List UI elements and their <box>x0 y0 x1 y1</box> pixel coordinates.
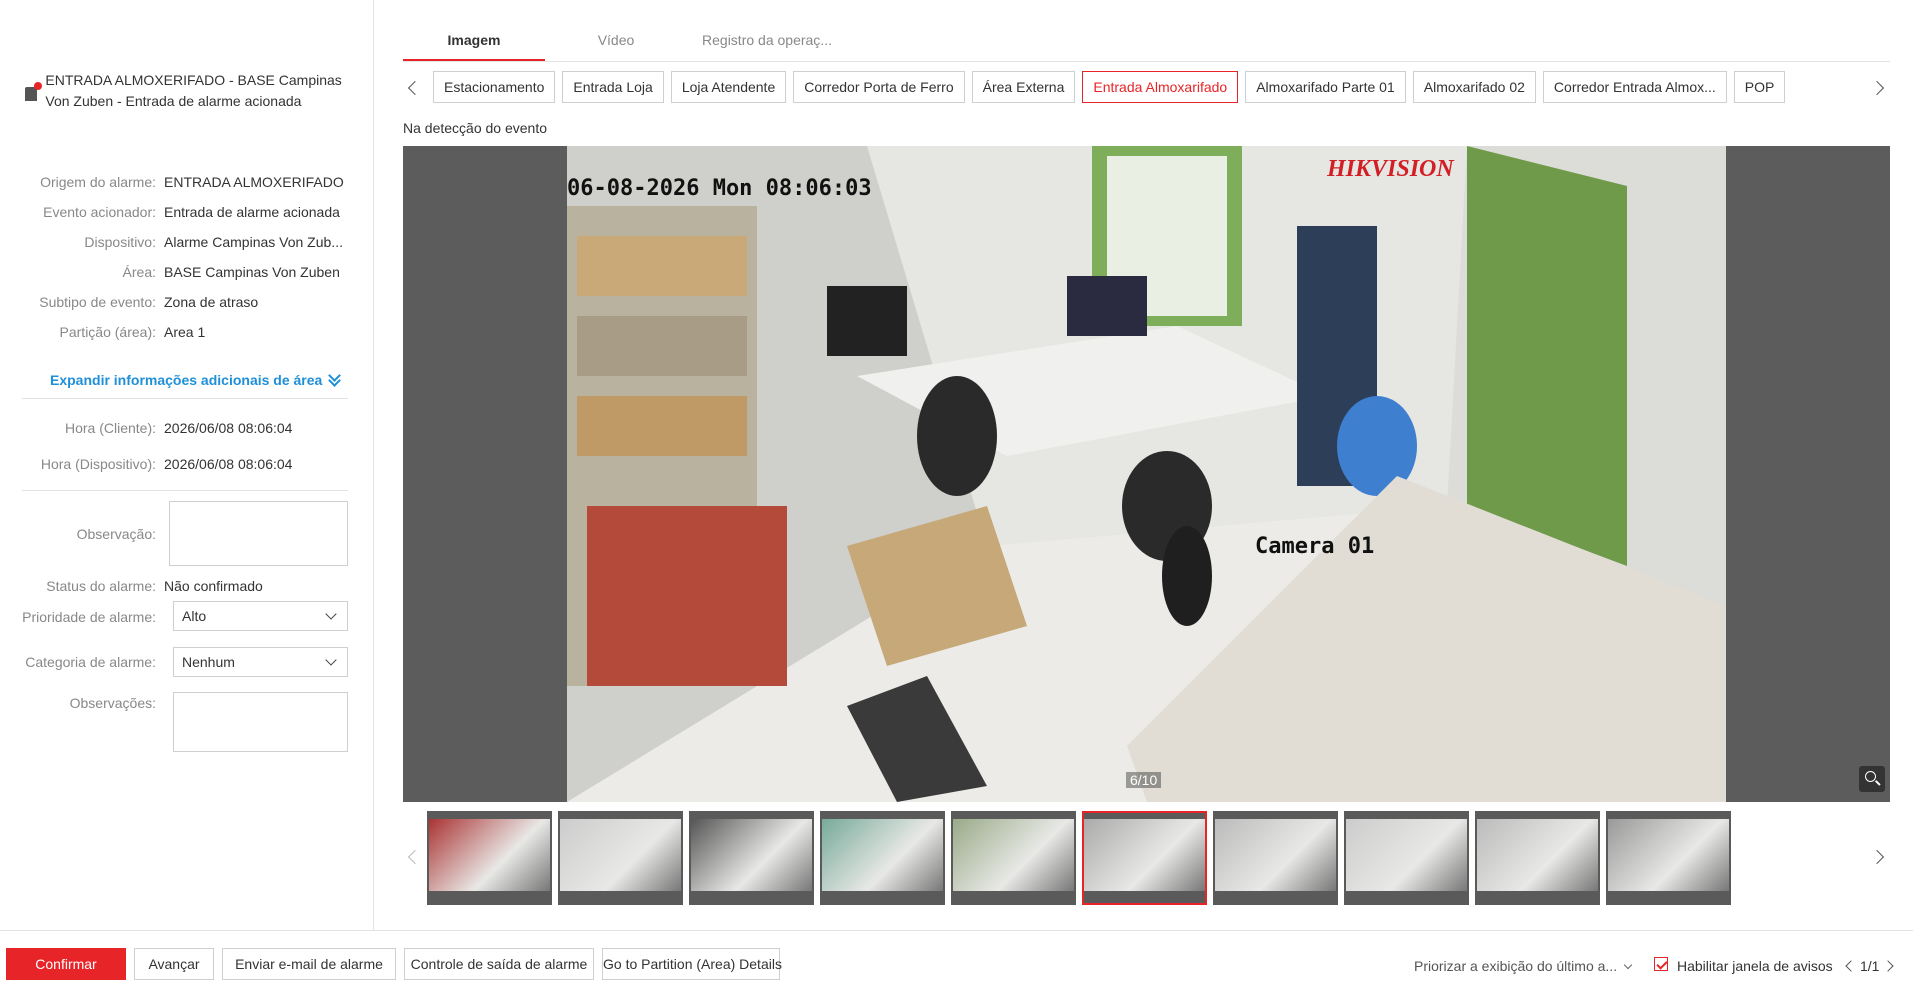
detail-row-evento: Evento acionador: Entrada de alarme acion… <box>43 204 340 220</box>
alarm-header: ENTRADA ALMOXERIFADO - BASE Campinas Von… <box>22 70 362 112</box>
thumbnail-image <box>953 819 1074 891</box>
page-indicator: 1/1 <box>1860 958 1880 974</box>
thumbnail[interactable] <box>558 811 683 905</box>
tab-imagem[interactable]: Imagem <box>403 28 545 61</box>
thumbnail-image <box>1215 819 1336 891</box>
thumbnail[interactable] <box>1213 811 1338 905</box>
camera-tab[interactable]: Entrada Loja <box>562 71 664 103</box>
thumbnail-image <box>822 819 943 891</box>
camera-tab[interactable]: Área Externa <box>971 71 1076 103</box>
alarm-icon <box>22 82 42 102</box>
camera-label-overlay: Camera 01 <box>1255 534 1375 559</box>
thumbnail-image <box>429 819 550 891</box>
alarm-output-control-button[interactable]: Controle de saída de alarme <box>404 948 594 980</box>
chevron-down-icon <box>325 608 337 620</box>
camera-tab[interactable]: Corredor Porta de Ferro <box>793 71 965 103</box>
camera-tab[interactable]: Loja Atendente <box>670 71 787 103</box>
enable-popup-checkbox[interactable] <box>1654 957 1668 971</box>
divider <box>22 490 348 491</box>
observacoes-input[interactable] <box>173 692 348 752</box>
thumbnail[interactable] <box>1606 811 1731 905</box>
priority-view-dropdown[interactable]: Priorizar a exibição do último a... <box>1414 958 1633 974</box>
capture-subheading: Na detecção do evento <box>403 120 547 136</box>
thumbnail-image <box>1608 819 1729 891</box>
tab-video[interactable]: Vídeo <box>545 28 687 61</box>
chevron-left-icon[interactable] <box>403 847 423 867</box>
camera-tab[interactable]: Almoxarifado Parte 01 <box>1245 71 1406 103</box>
camera-tab[interactable]: Entrada Almoxarifado <box>1082 71 1239 103</box>
enable-popup-label: Habilitar janela de avisos <box>1677 958 1833 974</box>
thumbnail[interactable] <box>1475 811 1600 905</box>
thumbnail-image <box>691 819 812 891</box>
confirm-button[interactable]: Confirmar <box>6 948 126 980</box>
chevron-right-icon[interactable] <box>1869 847 1889 867</box>
thumbnail[interactable] <box>820 811 945 905</box>
camera-tabs: Estacionamento Entrada Loja Loja Atendente… <box>433 71 1786 103</box>
chevron-down-icon <box>1623 960 1633 970</box>
status-value: Não confirmado <box>164 578 263 594</box>
expand-area-info-label: Expandir informações adicionais de área <box>50 372 323 388</box>
alarm-details-panel: ENTRADA ALMOXERIFADO - BASE Campinas Von… <box>0 0 374 930</box>
media-panel: Imagem Vídeo Registro da operaç... Estac… <box>403 0 1890 930</box>
chevron-left-icon[interactable] <box>1843 959 1857 973</box>
room-snapshot <box>567 146 1726 802</box>
thumbnail-strip <box>403 811 1890 905</box>
snapshot-image: 06-08-2026 Mon 08:06:03 HIKVISION Camera… <box>567 146 1726 802</box>
detail-row-subtipo: Subtipo de evento: Zona de atraso <box>39 294 259 310</box>
thumbnail[interactable] <box>689 811 814 905</box>
chevron-right-icon[interactable] <box>1869 78 1889 98</box>
thumbnail[interactable] <box>951 811 1076 905</box>
tab-registro[interactable]: Registro da operaç... <box>687 28 847 61</box>
thumbnail-image <box>1477 819 1598 891</box>
double-chevron-down-icon <box>328 374 340 386</box>
thumbnail-image <box>1084 819 1205 891</box>
expand-area-info-link[interactable]: Expandir informações adicionais de área <box>50 372 340 388</box>
prioridade-select[interactable]: Alto <box>173 601 348 631</box>
next-button[interactable]: Avançar <box>134 948 214 980</box>
time-row-cliente: Hora (Cliente): 2026/06/08 08:06:04 <box>64 420 293 436</box>
observacao-input[interactable] <box>169 501 348 566</box>
divider <box>22 398 348 399</box>
hikvision-logo: HIKVISION <box>1327 156 1454 182</box>
detail-row-dispositivo: Dispositivo: Alarme Campinas Von Zub... <box>84 234 343 250</box>
thumbnail[interactable] <box>1082 811 1207 905</box>
thumbnail[interactable] <box>427 811 552 905</box>
chevron-left-icon[interactable] <box>403 78 423 98</box>
status-row: Status do alarme: Não confirmado <box>0 576 374 596</box>
alarm-title: ENTRADA ALMOXERIFADO - BASE Campinas Von… <box>45 72 342 109</box>
zoom-icon[interactable] <box>1859 766 1885 792</box>
camera-tab[interactable]: Almoxarifado 02 <box>1412 71 1536 103</box>
media-tabs: Imagem Vídeo Registro da operaç... <box>403 28 1890 62</box>
camera-tab[interactable]: POP <box>1733 71 1786 103</box>
categoria-select[interactable]: Nenhum <box>173 647 348 677</box>
camera-tab[interactable]: Corredor Entrada Almox... <box>1542 71 1727 103</box>
partition-details-button[interactable]: Go to Partition (Area) Details <box>602 948 782 980</box>
send-email-button[interactable]: Enviar e-mail de alarme <box>222 948 396 980</box>
image-timestamp: 06-08-2026 Mon 08:06:03 <box>567 176 872 201</box>
image-viewer[interactable]: 06-08-2026 Mon 08:06:03 HIKVISION Camera… <box>403 146 1890 802</box>
detail-row-area: Área: BASE Campinas Von Zuben <box>122 264 340 280</box>
thumbnail-image <box>1346 819 1467 891</box>
action-bar: Confirmar Avançar Enviar e-mail de alarm… <box>0 930 1913 986</box>
camera-selector: Estacionamento Entrada Loja Loja Atendente… <box>403 71 1890 103</box>
chevron-down-icon <box>325 654 337 666</box>
thumbnail-image <box>560 819 681 891</box>
image-counter: 6/10 <box>1126 772 1162 788</box>
pager: 1/1 <box>1843 958 1896 974</box>
detail-row-origem: Origem do alarme: ENTRADA ALMOXERIFADO <box>40 174 344 190</box>
time-row-dispositivo: Hora (Dispositivo): 2026/06/08 08:06:04 <box>40 456 293 472</box>
detail-row-particao: Partição (área): Area 1 <box>59 324 206 340</box>
chevron-right-icon[interactable] <box>1882 959 1896 973</box>
thumbnail[interactable] <box>1344 811 1469 905</box>
camera-tab[interactable]: Estacionamento <box>433 71 556 103</box>
